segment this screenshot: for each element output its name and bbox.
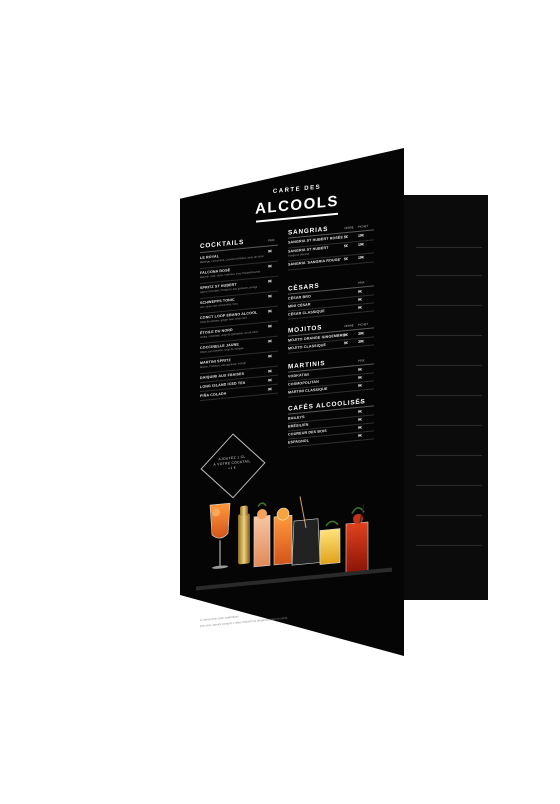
menu-item-price: 9€: [268, 387, 272, 392]
menu-inner-page: [402, 195, 488, 600]
menu-scene: CARTE DES ALCOOLS COCKTAILS PRIX LE ROYA…: [0, 0, 560, 804]
sangria-list: SANGRIA ST HUBERT ROSÉE 5€ 19€ SANGRIA ST H…: [180, 126, 404, 271]
cesars-col-price: PRIX: [358, 280, 365, 285]
menu-item-price: 9€: [268, 309, 272, 314]
menu-item-price: 9€: [358, 375, 362, 380]
pink-glass: [253, 502, 271, 568]
menu-item-price: 9€: [358, 297, 362, 302]
menu-item-price: 9€: [268, 354, 272, 359]
inner-rule: [416, 425, 482, 426]
menu-item-price: 9€: [268, 339, 272, 344]
yellow-glass: [319, 520, 341, 565]
menu-item-price: 9€: [344, 332, 348, 338]
menu-item-price: 9€: [358, 383, 362, 388]
red-glass: [345, 504, 369, 575]
menu-item-price: 9€: [358, 367, 362, 372]
cocktails-col-price: PRIX: [268, 237, 275, 243]
menu-item-name: BAILEYS: [288, 414, 305, 421]
menu-item-price: 9€: [358, 417, 362, 422]
orange-glass: [273, 507, 293, 566]
inner-rule: [416, 247, 482, 248]
menu-item-price: 9€: [268, 264, 272, 269]
inner-rule: [416, 515, 482, 516]
inner-rule: [416, 275, 482, 276]
menu-item-price: 9€: [358, 409, 362, 414]
inner-rule: [416, 335, 482, 336]
inner-rule: [416, 305, 482, 306]
mojito-list: MOJITO ORANGE GINGEMBRE 9€ 39€ MOJITO CLASS…: [180, 126, 404, 354]
menu-item-name: BRÉSILIEN: [288, 422, 309, 429]
cafes-col-price: PRIX: [358, 400, 365, 405]
menu-item-price: 9€: [268, 279, 272, 284]
menu-item-price: 9€: [268, 249, 272, 254]
inner-rule: [416, 365, 482, 366]
menu-item-price: 39€: [358, 339, 364, 344]
shaker: [238, 505, 250, 565]
inner-rule: [416, 485, 482, 486]
mojitos-col-1: VERRE: [344, 323, 354, 329]
menu-cover: CARTE DES ALCOOLS COCKTAILS PRIX LE ROYA…: [180, 148, 404, 656]
spritz-glass: [209, 502, 231, 569]
menu-item-price: 19€: [358, 242, 364, 247]
inner-rule: [416, 545, 482, 546]
menu-content: CARTE DES ALCOOLS COCKTAILS PRIX LE ROYA…: [180, 126, 404, 656]
martinis-col-price: PRIX: [358, 358, 365, 363]
menu-item-price: 9€: [268, 324, 272, 329]
inner-rule: [416, 455, 482, 456]
menu-item-price: 9€: [358, 289, 362, 294]
menu-item-price: 9€: [268, 294, 272, 299]
cocktail-list: LE ROYAL 9€ Mélange, concombre, Crémant d'…: [180, 126, 404, 402]
inner-rule: [416, 395, 482, 396]
menu-item-price: 39€: [358, 331, 364, 336]
menu-item-price: 9€: [268, 369, 272, 374]
menu-item-price: 19€: [358, 255, 364, 260]
menu-item-price: 9€: [358, 433, 362, 438]
menu-item-name: ESPAGNOL: [288, 438, 310, 445]
menu-item-price: 19€: [358, 233, 364, 238]
menu-item-price: 9€: [358, 305, 362, 310]
menu-item-name: VODKATINI: [288, 372, 309, 379]
cafe-list: BAILEYS 9€ BRÉSILIEN 9€ COUREUR DES BOIS 9€ ES…: [180, 126, 404, 448]
menu-item-price: 5€: [344, 256, 348, 262]
sangrias-col-1: VERRE: [344, 225, 354, 231]
menu-item-price: 5€: [344, 243, 348, 249]
menu-item-sub: Rouge ou blanche: [288, 252, 310, 258]
mojitos-col-2: PICHET: [358, 321, 369, 327]
cesar-list: CÉSAR BRO 9€ MINI CÉSAR 9€ CÉSAR CLASSIQUE 9€: [180, 126, 404, 320]
menu-item-price: 9€: [344, 340, 348, 346]
menu-item-price: 5€: [344, 234, 348, 240]
jug: [291, 496, 321, 566]
martini-list: VODKATINI 9€ COSMOPOLITAN 9€ MARTINI CLASSIQ…: [180, 126, 404, 398]
menu-item-price: 9€: [358, 425, 362, 430]
sangrias-col-2: PICHET: [358, 223, 369, 229]
menu-item-price: 9€: [268, 378, 272, 383]
cocktail-photo: [196, 496, 392, 591]
